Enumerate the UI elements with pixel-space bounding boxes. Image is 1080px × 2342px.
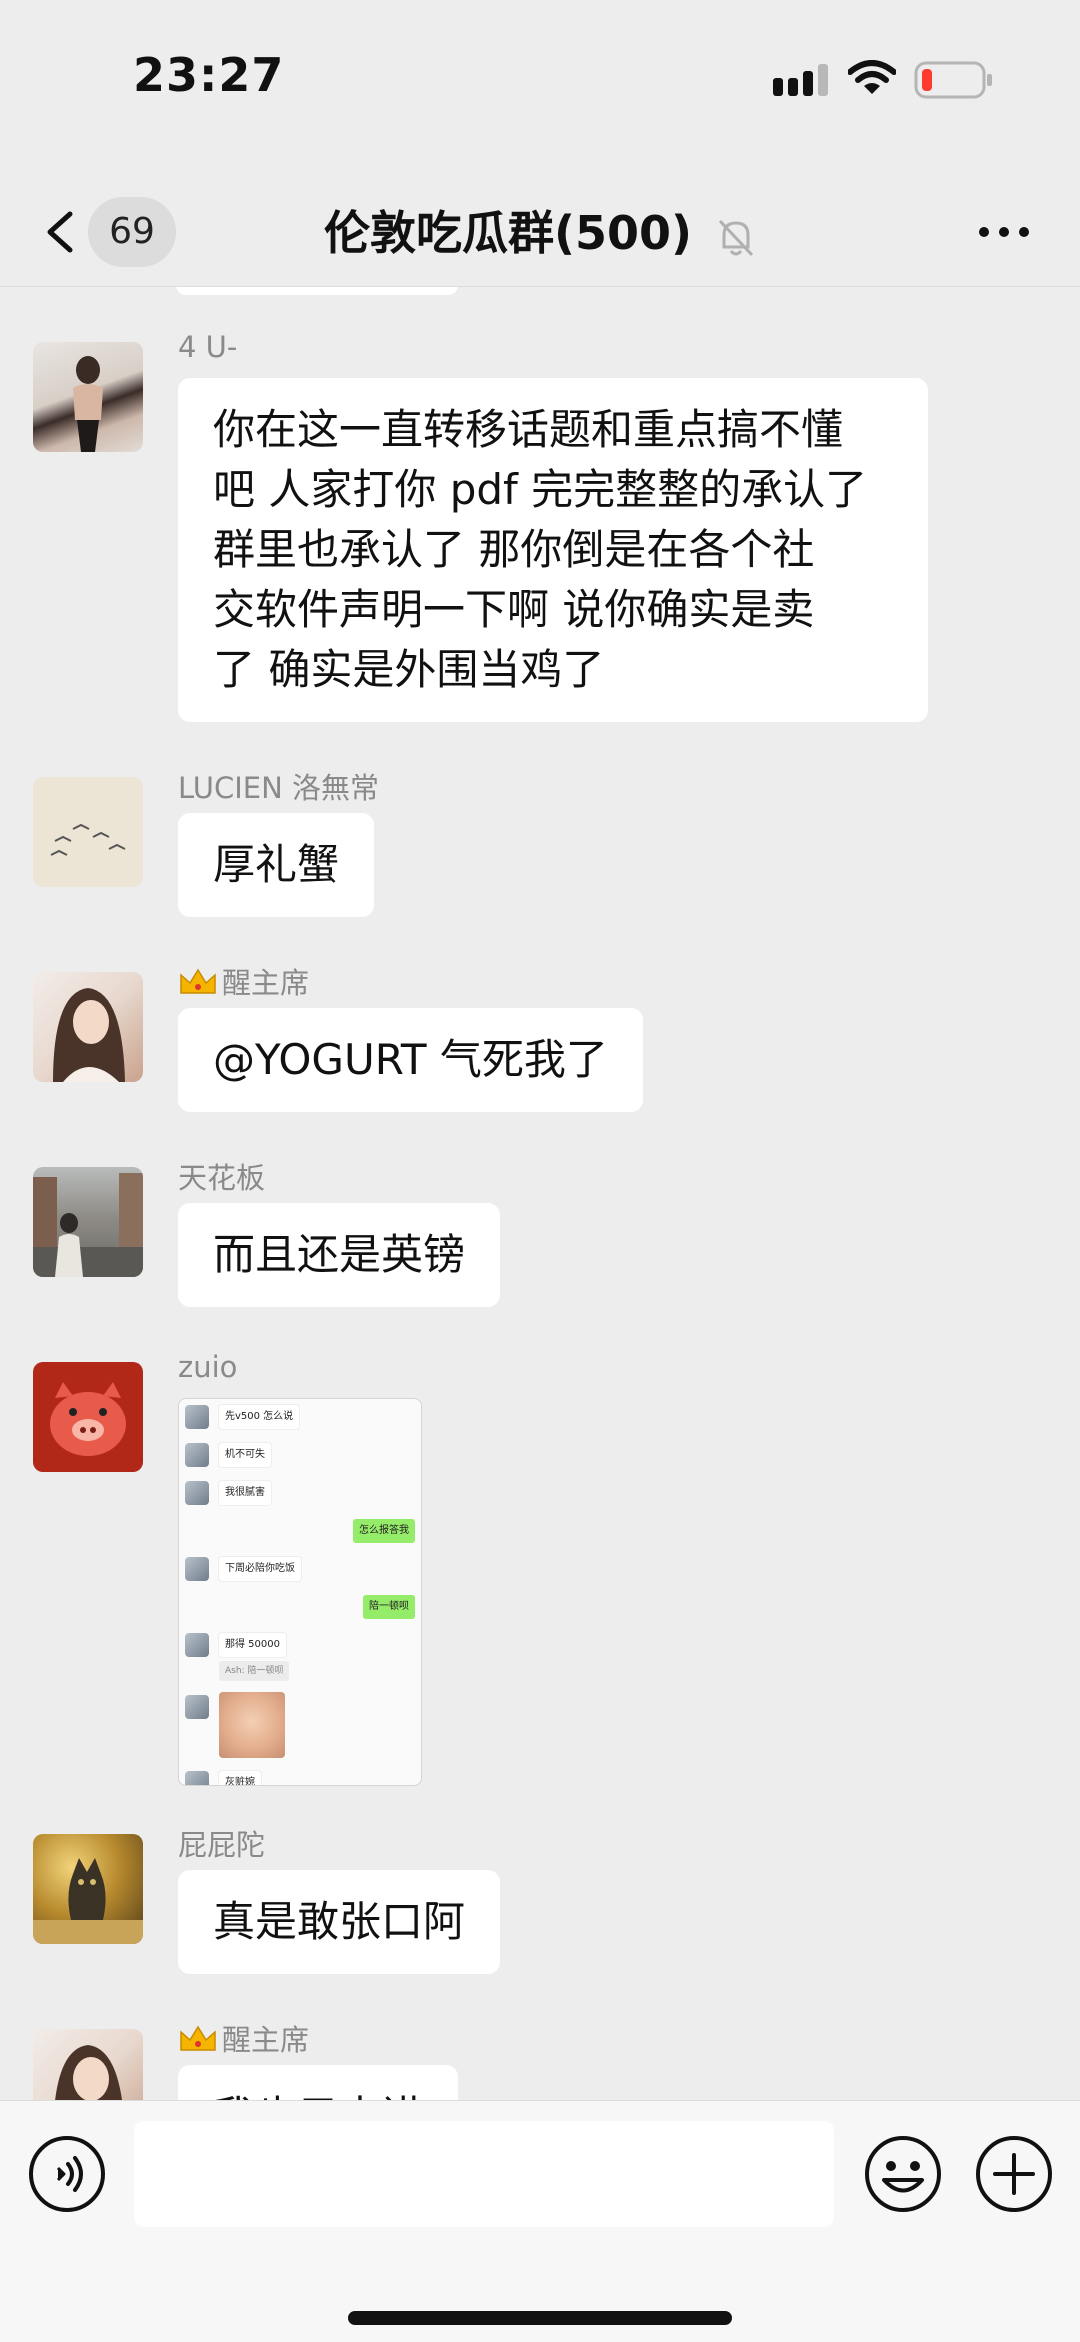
mini-avatar	[185, 1633, 209, 1657]
message-line: 了 确实是外围当鸡了	[213, 645, 605, 694]
sender-name: 醒主席	[178, 960, 309, 1002]
input-bar	[0, 2100, 1080, 2342]
avatar[interactable]	[33, 972, 143, 1082]
avatar[interactable]	[33, 1167, 143, 1277]
person-portrait-icon	[55, 2045, 122, 2100]
mini-chat-bubble-sent: 陪一顿呗	[363, 1595, 415, 1619]
chat-title: 伦敦吃瓜群(500)	[323, 206, 693, 260]
battery-low-icon	[914, 61, 992, 99]
pig-mascot-icon	[50, 1382, 126, 1456]
message-item: 天花板 而且还是英镑	[0, 1161, 1080, 1317]
mini-avatar	[185, 1695, 209, 1719]
message-item: 醒主席 我也只去讲	[0, 2023, 1080, 2100]
message-line: 交软件声明一下啊 说你确实是卖	[213, 585, 815, 634]
mini-chat-bubble: 那得 50000	[219, 1633, 286, 1657]
message-list[interactable]: 4 U- 你在这一直转移话题和重点搞不懂 吧 人家打你 pdf 完完整整的承认了…	[0, 287, 1080, 2100]
sender-name: 4 U-	[178, 330, 238, 364]
avatar[interactable]	[33, 342, 143, 452]
message-bubble[interactable]: 我也只去讲	[178, 2065, 459, 2100]
status-bar: 23:27	[0, 0, 1080, 150]
cellular-signal-icon	[773, 64, 828, 96]
sender-name: 屁屁陀	[178, 1828, 266, 1862]
message-bubble[interactable]: 真是敢张口阿	[178, 1870, 501, 1974]
chat-title-wrap[interactable]: 伦敦吃瓜群(500)	[0, 198, 1080, 268]
person-silhouette-icon	[73, 356, 103, 452]
mini-chat-bubble: 机不可失	[219, 1443, 271, 1467]
mini-chat-bubble: 先v500 怎么说	[219, 1405, 300, 1429]
previous-message-bubble	[176, 287, 458, 295]
avatar[interactable]	[33, 1834, 143, 1944]
mini-baby-photo	[219, 1692, 285, 1758]
mini-avatar	[185, 1481, 209, 1505]
message-item: 屁屁陀 真是敢张口阿	[0, 1828, 1080, 1984]
mini-chat-bubble: 下周必陪你吃饭	[219, 1557, 301, 1581]
street-photo-icon	[33, 1173, 143, 1277]
sender-name: 醒主席	[178, 2017, 309, 2059]
mini-avatar	[185, 1405, 209, 1429]
voice-input-icon[interactable]	[28, 2135, 106, 2213]
mini-avatar	[185, 1557, 209, 1581]
sender-name: zuio	[178, 1350, 238, 1384]
message-bubble[interactable]: 而且还是英镑	[178, 1203, 501, 1307]
message-bubble[interactable]: @YOGURT 气死我了	[178, 1008, 643, 1112]
screenshot-image-message[interactable]: 先v500 怎么说 机不可失 我很腻害 怎么报答我 下周必陪你吃饭 陪一顿呗 那…	[178, 1398, 422, 1786]
mini-quote: Ash: 陪一顿呗	[219, 1661, 290, 1681]
avatar[interactable]	[33, 1362, 143, 1472]
mini-chat-bubble-sent: 怎么报答我	[353, 1519, 415, 1543]
message-line: 吧 人家打你 pdf 完完整整的承认了	[213, 465, 868, 514]
message-bubble[interactable]: 厚礼蟹	[178, 813, 375, 917]
crown-icon	[180, 968, 216, 994]
plus-circle-icon[interactable]	[975, 2135, 1053, 2213]
message-item: 4 U- 你在这一直转移话题和重点搞不懂 吧 人家打你 pdf 完完整整的承认了…	[0, 330, 1080, 732]
sender-name-text: 醒主席	[222, 2023, 310, 2057]
status-time: 23:27	[133, 48, 285, 102]
home-indicator[interactable]	[348, 2311, 732, 2325]
mini-chat-bubble: 我很腻害	[219, 1481, 271, 1505]
crown-icon	[180, 2025, 216, 2051]
person-portrait-icon	[53, 988, 125, 1082]
mini-avatar	[185, 1771, 209, 1785]
sender-name: 天花板	[178, 1161, 266, 1195]
message-line: 群里也承认了 那你倒是在各个社	[213, 525, 815, 574]
sender-name: LUCIEN 洛無常	[178, 771, 379, 805]
wifi-icon	[848, 60, 896, 94]
more-horizontal-icon[interactable]	[978, 220, 1030, 244]
message-item: LUCIEN 洛無常 厚礼蟹	[0, 771, 1080, 927]
mini-avatar	[185, 1443, 209, 1467]
birds-painting-icon	[50, 823, 126, 856]
message-bubble[interactable]: 你在这一直转移话题和重点搞不懂 吧 人家打你 pdf 完完整整的承认了 群里也承…	[178, 378, 928, 722]
avatar[interactable]	[33, 777, 143, 887]
mini-chat-bubble: 灰赃婉	[219, 1771, 261, 1785]
bell-muted-icon	[718, 219, 754, 256]
avatar[interactable]	[33, 2029, 143, 2100]
cat-photo-icon	[33, 1858, 143, 1944]
sender-name-text: 醒主席	[222, 966, 310, 1000]
message-input[interactable]	[134, 2121, 834, 2227]
emoji-smile-icon[interactable]	[864, 2135, 942, 2213]
message-line: 你在这一直转移话题和重点搞不懂	[213, 405, 844, 454]
chat-header: 69 伦敦吃瓜群(500)	[0, 180, 1080, 287]
message-item: 醒主席 @YOGURT 气死我了	[0, 966, 1080, 1122]
message-item: zuio 先v500 怎么说 机不可失 我很腻害 怎么报答我 下周必陪你吃饭 陪…	[0, 1350, 1080, 1792]
